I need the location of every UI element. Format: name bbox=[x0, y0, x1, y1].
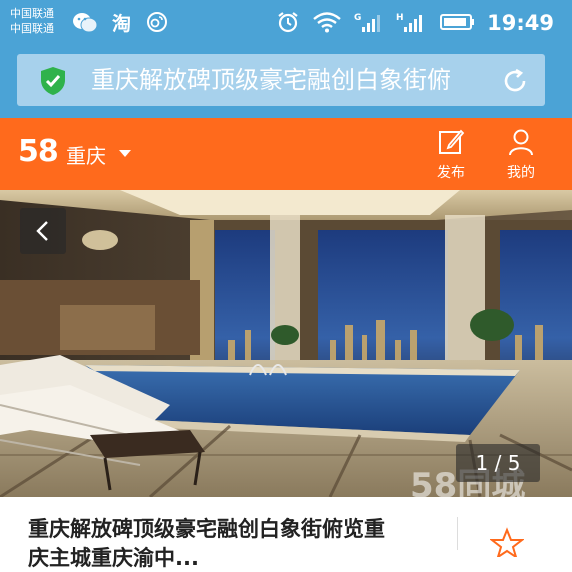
status-bar: 中国联通 中国联通 淘 G H 19:49 bbox=[0, 0, 572, 46]
app-screen: 中国联通 中国联通 淘 G H 19:49 重庆解放碑顶级豪宅融创白象街俯 58… bbox=[0, 0, 572, 570]
wifi-icon bbox=[312, 10, 342, 34]
carrier-info: 中国联通 中国联通 bbox=[10, 6, 54, 36]
listing-header: 重庆解放碑顶级豪宅融创白象街俯览重 庆主城重庆渝中... bbox=[0, 497, 572, 570]
battery-icon bbox=[440, 10, 476, 34]
mine-label: 我的 bbox=[507, 165, 535, 181]
shield-check-icon bbox=[39, 66, 67, 100]
divider bbox=[457, 517, 458, 550]
mine-button[interactable]: 我的 bbox=[496, 128, 546, 182]
signal-2-tag: H bbox=[396, 13, 404, 23]
photo-gallery[interactable]: 58同城 1 / 5 bbox=[0, 190, 572, 497]
refresh-icon[interactable] bbox=[501, 67, 529, 99]
edit-icon bbox=[437, 129, 465, 160]
signal-1-tag: G bbox=[354, 13, 361, 23]
app-header: 58 重庆 发布 我的 bbox=[0, 118, 572, 190]
carrier-name-1: 中国联通 bbox=[10, 7, 54, 20]
publish-label: 发布 bbox=[437, 165, 465, 181]
star-icon[interactable] bbox=[489, 527, 525, 561]
alarm-icon bbox=[276, 10, 300, 34]
signal-icon: G bbox=[352, 10, 384, 34]
chevron-down-icon[interactable] bbox=[119, 150, 131, 157]
page-title: 重庆解放碑顶级豪宅融创白象街俯 bbox=[91, 66, 451, 94]
status-time: 19:49 bbox=[487, 11, 554, 35]
address-bar[interactable]: 重庆解放碑顶级豪宅融创白象街俯 bbox=[17, 54, 545, 106]
listing-title: 重庆解放碑顶级豪宅融创白象街俯览重 bbox=[28, 517, 385, 541]
back-button[interactable] bbox=[20, 208, 66, 254]
signal-icon: H bbox=[394, 10, 426, 34]
wechat-icon bbox=[72, 10, 98, 34]
weibo-icon bbox=[146, 10, 168, 34]
listing-title-continued: 庆主城重庆渝中... bbox=[28, 546, 199, 570]
taobao-icon: 淘 bbox=[112, 12, 132, 35]
carrier-name-2: 中国联通 bbox=[10, 22, 54, 35]
city-selector[interactable]: 重庆 bbox=[66, 140, 106, 169]
brand-logo[interactable]: 58 bbox=[18, 134, 59, 169]
chevron-left-icon bbox=[36, 221, 48, 241]
publish-button[interactable]: 发布 bbox=[426, 128, 476, 182]
gallery-pager: 1 / 5 bbox=[456, 444, 540, 482]
browser-toolbar: 重庆解放碑顶级豪宅融创白象街俯 bbox=[0, 46, 572, 118]
user-icon bbox=[507, 129, 535, 160]
